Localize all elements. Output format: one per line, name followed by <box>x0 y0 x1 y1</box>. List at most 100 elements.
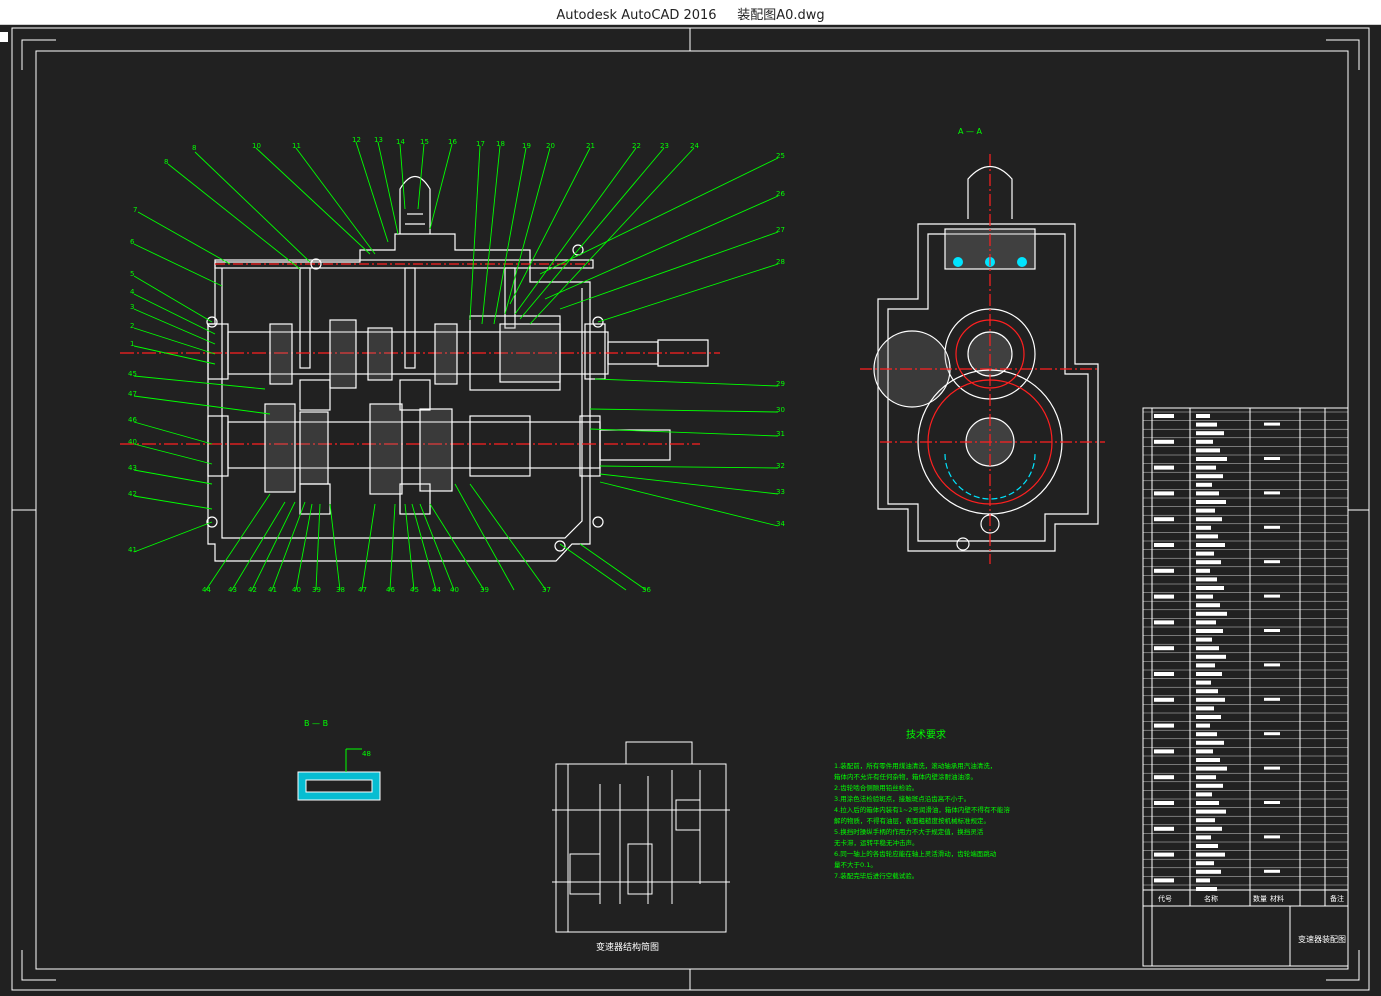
balloon-right: 26 <box>776 190 785 198</box>
balloon-left: 5 <box>130 270 134 278</box>
bom-cell-block <box>1196 517 1222 522</box>
bom-cell-block <box>1154 801 1174 805</box>
balloon-top: 20 <box>546 142 555 150</box>
balloon-top: 24 <box>690 142 699 150</box>
viewport-handle-icon[interactable] <box>0 32 8 42</box>
section-bb-label: B — B <box>304 719 328 728</box>
balloon-left: 47 <box>128 390 137 398</box>
bom-cell-block <box>1196 543 1225 547</box>
bom-cell-block <box>1196 887 1217 891</box>
balloon-right: 28 <box>776 258 785 266</box>
bom-cell-block <box>1196 431 1224 436</box>
bom-cell-block <box>1264 835 1280 839</box>
tech-req-title: 技术要求 <box>906 728 946 741</box>
bom-cell-block <box>1196 637 1212 642</box>
balloon-bottom: 39 <box>480 586 489 594</box>
balloon-top: 17 <box>476 140 485 148</box>
bom-cell-block <box>1196 749 1213 754</box>
bom-cell-block <box>1196 654 1226 659</box>
cad-drawing[interactable]: 8 8 7 6 5 4 3 2 1 45 47 46 40 43 42 41 1… <box>0 24 1381 996</box>
schematic-diagram <box>552 741 730 933</box>
bom-cell-block <box>1154 826 1174 831</box>
bom-cell-block <box>1264 663 1280 667</box>
bom-cell-block <box>1196 594 1213 599</box>
bom-cell-block <box>1196 835 1211 840</box>
bom-cell-block <box>1154 697 1174 702</box>
balloon-left: 1 <box>130 340 134 348</box>
balloon-top: 19 <box>522 142 531 150</box>
gearbox-section-view <box>120 175 720 562</box>
section-bb-view: 48 <box>297 748 381 801</box>
bom-cell-block <box>1196 878 1210 883</box>
bom-cell-block <box>1196 706 1214 711</box>
bom-cell-block <box>1196 577 1217 582</box>
bom-cell-block <box>1264 594 1280 598</box>
tech-req-line: 量不大于0.1。 <box>834 860 877 869</box>
bom-cell-block <box>1264 560 1280 564</box>
schematic-caption: 变速器结构简图 <box>596 941 659 953</box>
bom-cell-block <box>1154 852 1174 857</box>
balloon-left: 7 <box>133 206 137 214</box>
bom-cell-block <box>1154 775 1174 780</box>
bom-header-material: 材料 <box>1270 894 1284 903</box>
bom-cell-block <box>1196 525 1211 530</box>
balloon-top: 13 <box>374 136 383 144</box>
bom-cell-block <box>1196 663 1215 668</box>
drawing-canvas[interactable]: 8 8 7 6 5 4 3 2 1 45 47 46 40 43 42 41 1… <box>0 24 1381 996</box>
balloon-top: 16 <box>448 138 457 146</box>
bom-header: 代号 名称 数量 材料 备注 <box>1158 894 1344 903</box>
bom-cell-block <box>1196 586 1224 590</box>
bom-cell-block <box>1196 603 1220 608</box>
bom-cell-block <box>1264 697 1280 701</box>
tech-req-line: 6.同一轴上的各齿轮应能在轴上灵活滑动，齿轮端面跳动 <box>834 849 997 858</box>
bom-cell-block <box>1196 457 1227 461</box>
balloon-bottom: 39 <box>312 586 321 594</box>
bom-cell-block <box>1154 620 1174 625</box>
balloon-top: 18 <box>496 140 505 148</box>
tech-req-line: 3.用涂色法检验斑点，接触斑点沿齿高不小于。 <box>834 794 970 803</box>
section-bb-balloon: 48 <box>362 750 371 758</box>
balloon-left: 46 <box>128 416 137 424</box>
bom-cell-block <box>1154 646 1174 651</box>
balloon-right: 29 <box>776 380 785 388</box>
balloon-top: 10 <box>252 142 261 150</box>
bom-cell-block <box>1196 826 1222 831</box>
balloon-top: 23 <box>660 142 669 150</box>
bom-cell-block <box>1196 620 1216 625</box>
bom-cell-block <box>1196 758 1220 762</box>
bom-cell-block <box>1196 869 1221 874</box>
balloon-right: 25 <box>776 152 785 160</box>
bom-cell-block <box>1196 474 1223 479</box>
drawing-frame <box>11 27 1370 991</box>
bom-cell-block <box>1196 500 1226 504</box>
bom-cell-block <box>1264 629 1280 632</box>
tech-req-line: 5.换挡时操纵手柄的作用力不大于规定值，换挡灵活 <box>834 827 984 836</box>
bom-cell-block <box>1264 422 1280 426</box>
bom-cell-block <box>1154 543 1174 547</box>
bom-cell-block <box>1196 646 1219 651</box>
bom-cell-block <box>1264 457 1280 460</box>
bom-cell-block <box>1196 568 1210 573</box>
tech-req-line: 4.拉入后的箱体内装有1~2号润滑油，箱体内壁不得有不能溶 <box>834 805 1010 814</box>
bom-cell-block <box>1154 672 1174 676</box>
balloon-left: 41 <box>128 546 137 554</box>
balloon-left: 40 <box>128 438 137 446</box>
balloon-bottom: 40 <box>450 586 459 594</box>
bom-cell-block <box>1196 611 1227 616</box>
bom-rows <box>1143 411 1348 891</box>
balloon-top: 8 <box>192 144 196 152</box>
bom-cell-block <box>1154 491 1174 496</box>
bom-cell-block <box>1154 594 1174 599</box>
balloon-bottom: 43 <box>228 586 237 594</box>
bom-cell-block <box>1196 723 1210 728</box>
balloon-bottom: 41 <box>268 586 277 594</box>
bom-header-name: 名称 <box>1204 894 1218 903</box>
bom-cell-block <box>1264 801 1280 804</box>
bom-cell-block <box>1196 491 1219 496</box>
bom-cell-block <box>1154 723 1174 728</box>
bom-cell-block <box>1154 878 1174 883</box>
balloon-left: 6 <box>130 238 135 246</box>
tech-req-line: 解的物质，不得有油层，表面粗糙度按机械标准规定。 <box>834 816 990 825</box>
balloon-bottom: 37 <box>542 586 551 594</box>
bom-cell-block <box>1264 491 1280 495</box>
